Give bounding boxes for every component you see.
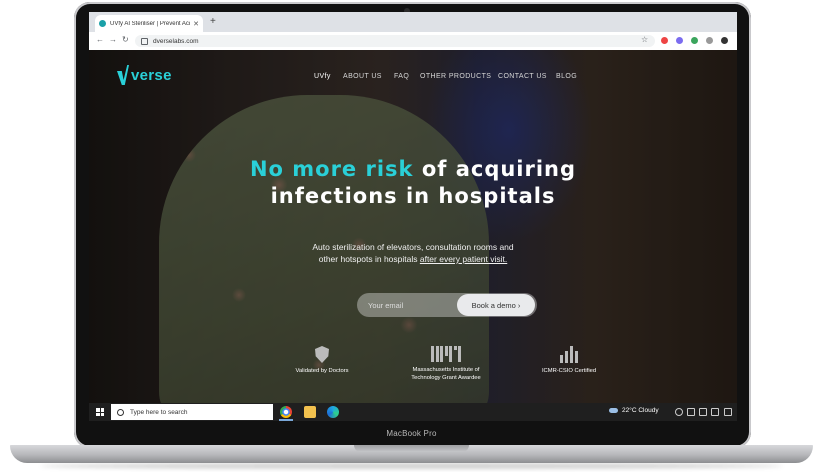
badge-text-line1: Massachusetts Institute of [412, 367, 480, 373]
cloud-icon [609, 408, 618, 413]
nav-blog[interactable]: BLOG [556, 73, 577, 80]
nav-other-products[interactable]: OTHER PRODUCTS [420, 73, 491, 80]
extension-icon[interactable] [661, 37, 668, 44]
hero-accent: No more risk [249, 157, 414, 181]
taskbar-search-placeholder: Type here to search [130, 408, 188, 416]
extension-icon[interactable] [706, 37, 713, 44]
nav-uvfy[interactable]: UVfy [314, 73, 331, 80]
url-field[interactable]: dverselabs.com [135, 35, 655, 47]
browser-tab[interactable]: UVfy AI Steriliser | Prevent Acqui ✕ [95, 15, 203, 32]
hero-title-line2: infections in hospitals [270, 184, 556, 208]
file-explorer-icon[interactable] [304, 406, 316, 418]
notification-icon[interactable] [724, 408, 732, 416]
new-tab-icon[interactable]: + [210, 16, 216, 27]
tray-chevron-icon[interactable] [687, 408, 695, 416]
active-app-indicator [279, 419, 293, 421]
hero-subtitle-line1: Auto sterilization of elevators, consult… [312, 242, 514, 252]
weather-widget[interactable]: 22°C Cloudy [609, 407, 659, 414]
badge-text: ICMR-CSIO Certified [541, 368, 597, 374]
mit-logo-icon [431, 346, 461, 362]
hero-subtitle-line2: other hotspots in hospitals after every … [89, 254, 737, 264]
search-icon [117, 408, 124, 416]
network-icon[interactable] [699, 408, 707, 416]
nav-faq[interactable]: FAQ [394, 73, 409, 80]
subtitle-underlined: after every patient visit. [419, 254, 508, 264]
logo-text: verse [131, 66, 172, 84]
laptop-notch [354, 445, 469, 452]
hero-line1-rest: of acquiring [413, 157, 577, 181]
screen: UVfy AI Steriliser | Prevent Acqui ✕ + ←… [89, 12, 737, 421]
badge-mit: Massachusetts Institute of Technology Gr… [386, 346, 506, 383]
extension-icon[interactable] [691, 37, 698, 44]
favicon-icon [99, 20, 106, 27]
tray-icon[interactable] [675, 408, 683, 416]
nav-about-us[interactable]: ABOUT US [343, 73, 382, 80]
edge-taskbar-icon[interactable] [327, 406, 339, 418]
reload-icon[interactable]: ↻ [122, 35, 129, 44]
volume-icon[interactable] [711, 408, 719, 416]
device-label: MacBook Pro [386, 429, 437, 438]
site-logo[interactable]: verse [117, 65, 172, 85]
bar-chart-icon [560, 346, 578, 363]
address-bar: ← → ↻ dverselabs.com ☆ [89, 32, 737, 51]
lock-icon [141, 37, 148, 45]
badge-text: Validated by Doctors [295, 368, 349, 374]
extension-icon[interactable] [676, 37, 683, 44]
bookmark-star-icon[interactable]: ☆ [641, 35, 648, 44]
badge-icmr: ICMR-CSIO Certified [509, 346, 629, 376]
hero-title-line1: No more risk of acquiring [89, 157, 737, 181]
subtitle-plain: other hotspots in hospitals [318, 254, 420, 264]
taskbar: Type here to search 22°C Cloudy [89, 403, 737, 421]
close-icon[interactable]: ✕ [193, 20, 199, 28]
shield-icon [315, 346, 329, 363]
badge-text-line2: Technology Grant Awardee [411, 374, 481, 381]
weather-text: 22°C Cloudy [622, 407, 659, 414]
back-icon[interactable]: ← [96, 35, 104, 44]
web-page: verse UVfy ABOUT US FAQ OTHER PRODUCTS C… [89, 50, 737, 403]
windows-start-icon[interactable] [96, 408, 104, 416]
tab-bar: UVfy AI Steriliser | Prevent Acqui ✕ + [89, 12, 737, 32]
logo-mark-icon [117, 65, 129, 85]
url-text: dverselabs.com [153, 37, 199, 45]
taskbar-search-input[interactable]: Type here to search [111, 404, 273, 420]
email-placeholder: Your email [368, 300, 404, 310]
nav-contact-us[interactable]: CONTACT US [498, 73, 547, 80]
forward-icon[interactable]: → [109, 35, 117, 44]
laptop-shadow [40, 463, 783, 469]
profile-icon[interactable] [721, 37, 728, 44]
book-demo-button[interactable]: Book a demo › [457, 294, 535, 316]
tab-title: UVfy AI Steriliser | Prevent Acqui [110, 20, 191, 27]
chrome-taskbar-icon[interactable] [280, 406, 292, 418]
badge-doctors: Validated by Doctors [262, 346, 382, 376]
